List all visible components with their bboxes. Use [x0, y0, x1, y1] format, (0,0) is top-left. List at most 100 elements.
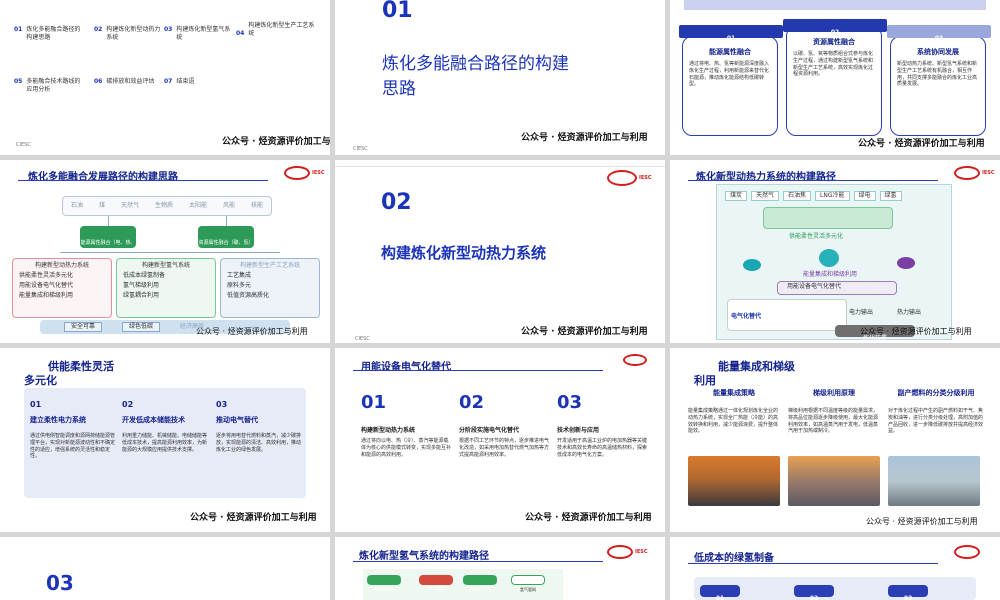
slide-title: 低成本的绿氢制备: [694, 553, 774, 564]
logo-icon: [623, 354, 647, 366]
bottom-box-head: 构建新型氢气系统: [141, 262, 190, 269]
connector: [60, 252, 280, 253]
slide-5-section-02[interactable]: IESC 02 构建炼化新型动热力系统 CIESC 公众号 · 烃资源评价加工与…: [335, 160, 665, 343]
source-box: LNG冷能: [815, 191, 850, 202]
toc-item-7[interactable]: 07 结束语: [164, 78, 234, 86]
section-title: 构建炼化新型动热力系统: [381, 244, 547, 262]
slide-11-hydrogen-system[interactable]: 炼化新型氢气系统的构建路径 IESC 电解水制氢 氢气储运 炼化用氢 氢气管网: [335, 537, 665, 600]
slide-7-flexible-supply[interactable]: 供能柔性灵活 多元化 01 建立柔性电力系统 通过供电侧智能调度和源网荷储能源管…: [0, 348, 330, 532]
source-label: 煤: [98, 201, 105, 209]
source-box: 石油焦: [783, 191, 812, 202]
toc-item-3[interactable]: 03 构建炼化新型氢气系统: [164, 26, 234, 42]
slide-12-green-hydrogen[interactable]: 低成本的绿氢制备 01 02 03: [670, 537, 1000, 600]
logo: IESC: [954, 166, 995, 180]
source-box: 天然气: [751, 191, 780, 202]
logo-icon: [954, 545, 980, 559]
toc-item-6[interactable]: 06 碳排放和效益评估: [94, 78, 164, 86]
step-number: 03: [557, 392, 583, 413]
logo-text: IESC: [982, 170, 995, 176]
toc-number: 01: [14, 26, 23, 33]
column-head: 能量集成策略: [713, 389, 755, 397]
slide-6-power-system[interactable]: 炼化新型动热力系统的构建路径 IESC 煤炭 天然气 石油焦 LNG冷能 绿电 …: [670, 160, 1000, 343]
slide-title: 供能柔性灵活: [48, 360, 114, 373]
watermark: 公众号 · 烃资源评价加工与利用: [860, 327, 972, 336]
toc-label: 构建炼化新型生产工艺系统: [248, 22, 315, 38]
toc-item-1[interactable]: 01 炼化多能融合路径的构建思路: [14, 26, 84, 42]
slide-10-section-03[interactable]: 03: [0, 537, 330, 600]
bottom-box-2: 构建新型氢气系统 低成本绿氢制备 氢气梯级利用 绿氢耦合利用: [116, 258, 216, 318]
logo: IESC: [607, 170, 652, 186]
logo-text: IESC: [635, 549, 648, 555]
slide-8-electrification[interactable]: 用能设备电气化替代 01 构建新型动热力系统 通过将向以电、热（冷）、蒸汽等能源…: [335, 348, 665, 532]
bottom-box-item: 能量集成和梯级利用: [19, 292, 74, 300]
section-number: 03: [46, 571, 74, 595]
energy-sources-bar: 石油 煤 天然气 生物质 太阳能 风能 核能: [62, 196, 272, 216]
toc-item-4[interactable]: 04 构建炼化新型生产工艺系统: [236, 22, 316, 38]
column-head: 开发低成本储能技术: [122, 416, 185, 424]
toc-number: 05: [14, 78, 23, 85]
resource-fusion-box: 资源属性融合（碳、氢）: [198, 226, 254, 248]
feature-column-3: 03 推动电气替代 逐步将用电替代燃料和蒸汽，减少碳排放，实现能源的清洁、高效利…: [216, 400, 302, 453]
title-underline: [688, 180, 938, 181]
column-text: 以碳、氢、氧等物质组合式参与炼化生产过程，通过构建新型氢气系统和新型生产工艺系统…: [793, 51, 874, 78]
slide-4-path-diagram[interactable]: 炼化多能融合发展路径的构建思路 IESC 石油 煤 天然气 生物质 太阳能 风能…: [0, 160, 330, 343]
watermark: 公众号 · 烃资源评价加工与利用: [222, 137, 330, 147]
step-text: 通过将向以电、热（冷）、蒸汽等能源载体为核心的供能模式转变，实现多能互补和能源的…: [361, 438, 452, 458]
bottom-box-item: 绿氢耦合利用: [123, 292, 160, 300]
energy-fusion-box: 能源属性融合（电、热、氢）: [80, 226, 136, 265]
refinery-photo-dusk: [788, 456, 880, 506]
node-left: [743, 259, 761, 271]
step-text: 根据不同工艺环节的特点，逐步推进电气化改造，如采用电加热替代燃气加热等方式提高能…: [459, 438, 550, 458]
number-tab-1: 01: [700, 585, 740, 600]
step-head: 技术创新与应用: [557, 427, 600, 434]
column-text: 梯级利用根据不同温度等级的能量需求，将高品位能源逐步降级使用，最大化能源利用效率…: [788, 408, 879, 435]
slide-3-fusion-attributes[interactable]: 01 能源属性融合 通过将电、热、氢等新能源深度融入炼化生产过程，利用新能源来替…: [670, 0, 1000, 155]
bottom-box-3: 构建新型生产工艺系统 工艺集成 原料多元 低值资源高质化: [220, 258, 320, 318]
attribute-column-3[interactable]: 03 系统协同发展 新型动热力系统、新型氢气系统和新型生产工艺系统有机融合，相互…: [887, 25, 991, 136]
bottom-box-item: 用能设备电气化替代: [19, 282, 74, 290]
step-column-2: 02 分阶段实施电气化替代 根据不同工艺环节的特点，逐步推进电气化改造，如采用电…: [459, 392, 551, 458]
watermark: 公众号 · 烃资源评价加工与利用: [525, 513, 652, 523]
slide-9-energy-integration[interactable]: 能量集成和梯级 利用 能量集成策略 能量集成策略通过一体化规划炼化全业的动热力系…: [670, 348, 1000, 532]
watermark: 公众号 · 烃资源评价加工与利用: [190, 513, 317, 523]
toc-label: 碳排放和效益评估: [106, 78, 155, 85]
logo: IESC: [284, 166, 325, 180]
column-text: 对于炼化过程中产生的副产燃料如干气、焦炭和油等，进行分类分级处理，高附加值的产品…: [888, 408, 984, 435]
attribute-column-1[interactable]: 01 能源属性融合 通过将电、热、氢等新能源深度融入炼化生产过程，利用新能源来替…: [679, 25, 783, 136]
number-tab-2: 02: [794, 585, 834, 600]
attribute-column-2[interactable]: 02 资源属性融合 以碳、氢、氧等物质组合式参与炼化生产过程，通过构建新型氢气系…: [783, 19, 887, 136]
footer-code: CIESC: [353, 146, 368, 152]
column-number-tab: 01: [679, 25, 783, 42]
bottom-box-item: 工艺集成: [227, 272, 252, 280]
toc-list: 01 炼化多能融合路径的构建思路 02 构建炼化新型动热力系统 03 构建炼化新…: [14, 22, 314, 102]
toc-number: 07: [164, 78, 173, 85]
watermark: 公众号 · 烃资源评价加工与利用: [866, 517, 978, 526]
node-center: [819, 249, 839, 267]
column-number: 02: [122, 400, 134, 409]
footer-code: CIESC: [355, 336, 370, 342]
bottom-box-item: 供能柔性灵活多元化: [19, 272, 74, 280]
section-number: 01: [382, 0, 413, 23]
feature-column-1: 01 建立柔性电力系统 通过供电侧智能调度和源网荷储能源管理平台，实现对新能源波…: [30, 400, 116, 460]
source-label: 风能: [222, 201, 235, 209]
toc-item-2[interactable]: 02 构建炼化新型动热力系统: [94, 26, 164, 42]
hydrogen-box: 电解水制氢: [367, 575, 401, 591]
source-label: 天然气: [120, 201, 139, 209]
outcome-label: 绿色低碳: [122, 321, 161, 333]
header-line: [335, 166, 665, 167]
column-text: 新型动热力系统、新型氢气系统和新型生产工艺系统有机融合，相互作用，共同支撑多能融…: [897, 61, 978, 88]
outcome-label: 安全可靠: [64, 321, 103, 333]
column-text: 通过将电、热、氢等新能源深度融入炼化生产过程，利用新能源来替代化石能源，推动炼化…: [689, 61, 770, 88]
logo-icon: [607, 545, 633, 559]
column-number: 01: [30, 400, 42, 409]
slide-2-section-01[interactable]: 01 炼化多能融合路径的构建思路 CIESC 公众号 · 烃资源评价加工与利用: [335, 0, 665, 155]
source-label: 太阳能: [188, 201, 207, 209]
hydrogen-box: 氢气储运: [419, 575, 453, 591]
step-column-3: 03 技术创新与应用 开发适用于高温工业炉的电加热器等关键技术和高效长寿命的高温…: [557, 392, 649, 458]
column-head: 推动电气替代: [216, 416, 258, 424]
section-title: 炼化多能融合路径的构建思路: [382, 54, 569, 99]
column-text: 利用重力储能、机械储能、电储储能等低成本技术，提高能源利用效率，为新能源的大规模…: [122, 433, 208, 453]
slide-1-contents[interactable]: 01 炼化多能融合路径的构建思路 02 构建炼化新型动热力系统 03 构建炼化新…: [0, 0, 330, 155]
toc-item-5[interactable]: 05 多能融合技术路线的应用分析: [14, 78, 84, 94]
number-tab-3: 03: [888, 585, 928, 600]
